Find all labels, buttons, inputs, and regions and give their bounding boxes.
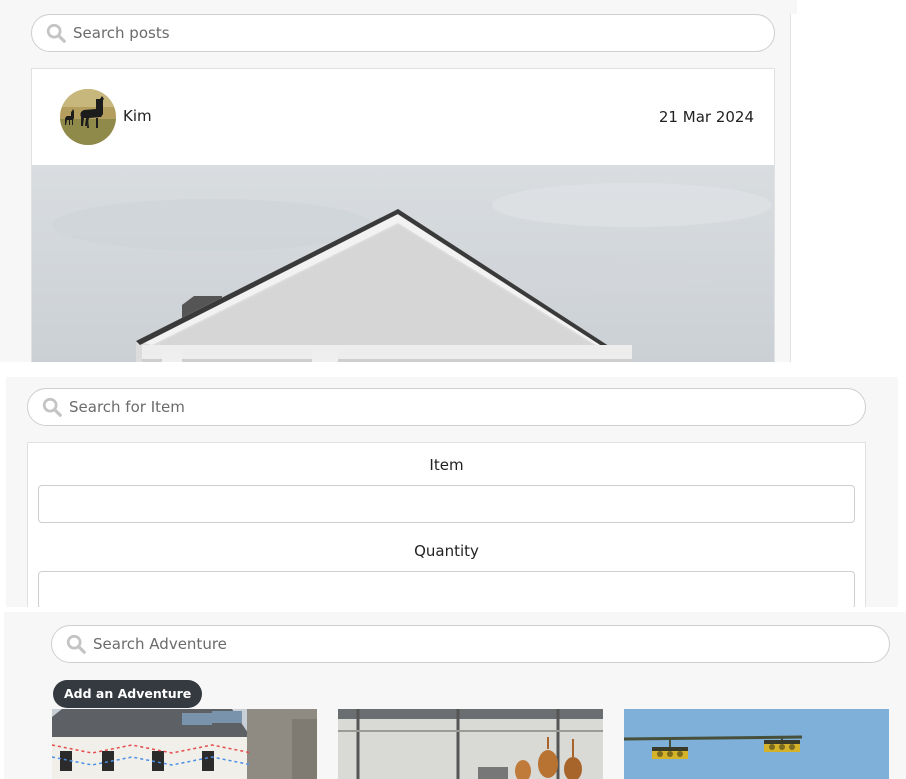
items-panel: Item Quantity	[6, 377, 898, 607]
post-card[interactable]: Kim 21 Mar 2024	[31, 68, 775, 362]
item-field[interactable]	[38, 485, 855, 523]
search-item-input[interactable]	[69, 389, 865, 425]
search-posts-bar	[31, 14, 775, 52]
item-field-label: Item	[429, 456, 464, 474]
post-image[interactable]	[32, 165, 774, 362]
add-adventure-button[interactable]: Add an Adventure	[53, 680, 203, 708]
search-adventure-input[interactable]	[93, 626, 889, 662]
posts-side-strip	[790, 14, 797, 362]
search-adventure-bar	[51, 625, 890, 663]
adventure-card-image[interactable]	[52, 709, 317, 779]
alpaca-avatar-icon	[60, 89, 116, 145]
search-item-bar	[27, 388, 866, 426]
search-icon	[66, 634, 86, 654]
posts-panel: Kim 21 Mar 2024	[0, 0, 797, 362]
village-street-photo	[52, 709, 317, 779]
search-icon	[46, 23, 66, 43]
distillery-photo	[338, 709, 603, 779]
author-avatar[interactable]	[60, 89, 116, 145]
traffic-lights-photo	[624, 709, 889, 779]
search-icon	[42, 397, 62, 417]
search-posts-input[interactable]	[73, 15, 774, 51]
building-photo	[32, 165, 774, 362]
post-header: Kim 21 Mar 2024	[32, 69, 774, 165]
adventure-card-image[interactable]	[624, 709, 889, 779]
post-date: 21 Mar 2024	[658, 108, 754, 126]
quantity-field[interactable]	[38, 571, 855, 607]
quantity-field-label: Quantity	[414, 542, 479, 560]
adventure-card-image[interactable]	[338, 709, 603, 779]
post-author-name[interactable]: Kim	[123, 107, 152, 125]
adventures-panel: Add an Adventure	[4, 612, 906, 779]
item-form: Item Quantity	[27, 442, 866, 607]
